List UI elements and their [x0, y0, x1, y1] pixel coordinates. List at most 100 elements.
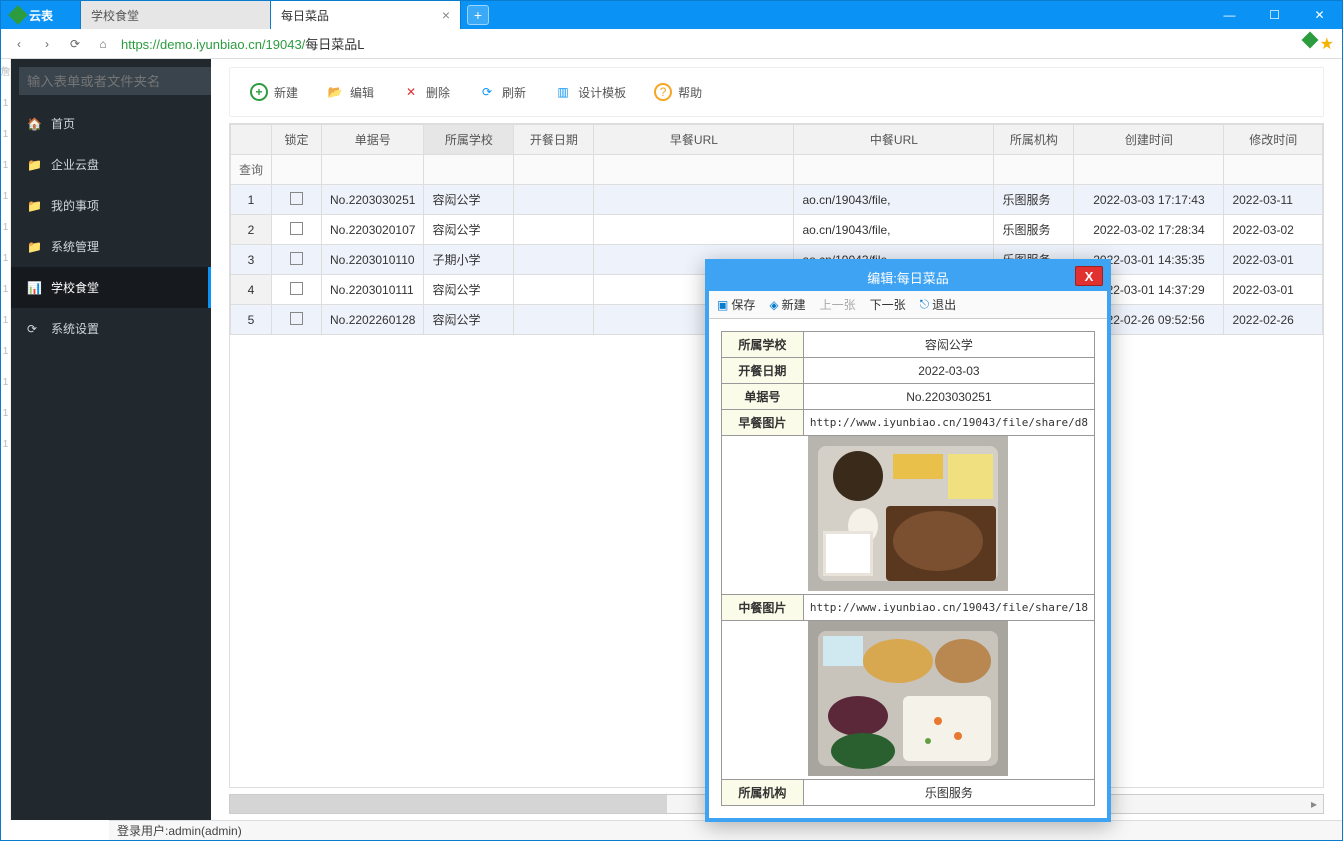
breakfast-image [808, 436, 1008, 591]
toolbar: +新建 📂编辑 ✕删除 ⟳刷新 ▥设计模板 ?帮助 [229, 67, 1324, 117]
help-button[interactable]: ?帮助 [654, 83, 702, 101]
dialog-exit-button[interactable]: ⎋退出 [920, 296, 957, 313]
tab-school-canteen[interactable]: 学校食堂 [81, 1, 271, 29]
exit-icon: ⎋ [920, 297, 930, 312]
col-header-6[interactable]: 中餐URL [794, 125, 994, 155]
menu-icon: 📁 [27, 199, 41, 213]
menu-icon: 📁 [27, 240, 41, 254]
sidebar: 🏠 首页 📁 企业云盘 📁 我的事项 📁 系统管理 📊 学校食堂 ⟳ 系统设置 [11, 59, 211, 820]
field-school-value[interactable]: 容闳公学 [803, 332, 1094, 358]
sidebar-item-0[interactable]: 🏠 首页 [11, 103, 211, 144]
refresh-icon[interactable]: ⟳ [65, 34, 85, 54]
help-icon: ? [654, 83, 672, 101]
dialog-title-bar[interactable]: 编辑:每日菜品 X [709, 263, 1107, 291]
field-breakfast-url[interactable]: http://www.iyunbiao.cn/19043/file/share/… [803, 410, 1094, 436]
close-tab-icon[interactable]: × [442, 7, 450, 23]
edit-dialog: 编辑:每日菜品 X ▣保存 ◈新建 上一张 下一张 ⎋退出 所属学校容闳公学 开… [705, 259, 1111, 822]
folder-icon: 📂 [326, 83, 344, 101]
dialog-close-button[interactable]: X [1075, 266, 1103, 286]
edit-button[interactable]: 📂编辑 [326, 83, 374, 101]
status-bar: 登录用户:admin(admin) [109, 820, 1342, 840]
table-row[interactable]: 2No.2203020107容闳公学ao.cn/19043/file,乐图服务2… [231, 215, 1323, 245]
sidebar-item-label: 系统设置 [51, 320, 99, 337]
login-user-label: 登录用户:admin(admin) [117, 822, 242, 839]
sidebar-item-5[interactable]: ⟳ 系统设置 [11, 308, 211, 349]
menu-icon: 📁 [27, 158, 41, 172]
sidebar-item-label: 我的事项 [51, 197, 99, 214]
plus-icon: + [250, 83, 268, 101]
home-icon[interactable]: ⌂ [93, 34, 113, 54]
sidebar-item-label: 首页 [51, 115, 75, 132]
scroll-right-icon[interactable]: ▸ [1305, 795, 1323, 813]
menu-icon: 🏠 [27, 117, 41, 131]
app-label: 云表 [29, 7, 53, 24]
field-date-label: 开餐日期 [722, 358, 804, 384]
dialog-new-button[interactable]: ◈新建 [769, 296, 805, 313]
dialog-title: 编辑:每日菜品 [867, 268, 949, 287]
dialog-prev-button: 上一张 [820, 296, 856, 313]
url-bar: ‹ › ⟳ ⌂ https://demo.iyunbiao.cn/19043/每… [1, 29, 1342, 59]
col-header-4[interactable]: 开餐日期 [514, 125, 594, 155]
dialog-next-button[interactable]: 下一张 [870, 296, 906, 313]
lock-checkbox[interactable] [272, 275, 322, 305]
lock-checkbox[interactable] [272, 305, 322, 335]
col-header-3[interactable]: 所属学校 [424, 125, 514, 155]
lock-checkbox[interactable] [272, 245, 322, 275]
col-header-2[interactable]: 单据号 [322, 125, 424, 155]
col-header-5[interactable]: 早餐URL [594, 125, 794, 155]
sidebar-item-2[interactable]: 📁 我的事项 [11, 185, 211, 226]
col-header-8[interactable]: 创建时间 [1074, 125, 1224, 155]
refresh-button[interactable]: ⟳刷新 [478, 83, 526, 101]
col-header-7[interactable]: 所属机构 [994, 125, 1074, 155]
query-label: 查询 [231, 155, 272, 185]
col-header-0[interactable] [231, 125, 272, 155]
maximize-button[interactable]: ☐ [1252, 1, 1297, 29]
save-icon: ▣ [717, 298, 728, 312]
menu-icon: 📊 [27, 281, 41, 295]
sidebar-item-label: 企业云盘 [51, 156, 99, 173]
favorite-icon[interactable]: ★ [1320, 34, 1334, 54]
dialog-toolbar: ▣保存 ◈新建 上一张 下一张 ⎋退出 [709, 291, 1107, 319]
field-bill-label: 单据号 [722, 384, 804, 410]
field-lunch-url[interactable]: http://www.iyunbiao.cn/19043/file/share/… [803, 595, 1094, 621]
shield-icon: ◈ [769, 298, 778, 312]
search-input[interactable] [19, 67, 212, 95]
col-header-1[interactable]: 锁定 [272, 125, 322, 155]
field-org-label: 所属机构 [722, 780, 804, 806]
dialog-save-button[interactable]: ▣保存 [717, 296, 755, 313]
back-icon[interactable]: ‹ [9, 34, 29, 54]
field-breakfast-img-label: 早餐图片 [722, 410, 804, 436]
sidebar-item-label: 学校食堂 [51, 279, 99, 296]
menu-icon: ⟳ [27, 322, 41, 336]
window-close-button[interactable]: ✕ [1297, 1, 1342, 29]
url-text[interactable]: https://demo.iyunbiao.cn/19043/每日菜品L [121, 34, 365, 53]
new-button[interactable]: +新建 [250, 83, 298, 101]
logo-icon [8, 5, 28, 25]
field-school-label: 所属学校 [722, 332, 804, 358]
forward-icon[interactable]: › [37, 34, 57, 54]
field-org-value[interactable]: 乐图服务 [803, 780, 1094, 806]
design-button[interactable]: ▥设计模板 [554, 83, 626, 101]
field-date-value[interactable]: 2022-03-03 [803, 358, 1094, 384]
app-logo-tab[interactable]: 云表 [1, 1, 81, 29]
delete-icon: ✕ [402, 83, 420, 101]
breakfast-image-cell[interactable] [722, 436, 1095, 595]
new-tab-button[interactable]: + [467, 5, 489, 25]
field-bill-value[interactable]: No.2203030251 [803, 384, 1094, 410]
sidebar-item-4[interactable]: 📊 学校食堂 [11, 267, 211, 308]
tab-daily-menu[interactable]: 每日菜品 × [271, 1, 461, 29]
minimize-button[interactable]: — [1207, 1, 1252, 29]
table-row[interactable]: 1No.2203030251容闳公学ao.cn/19043/file,乐图服务2… [231, 185, 1323, 215]
sidebar-item-3[interactable]: 📁 系统管理 [11, 226, 211, 267]
col-header-9[interactable]: 修改时间 [1224, 125, 1323, 155]
sidebar-item-1[interactable]: 📁 企业云盘 [11, 144, 211, 185]
delete-button[interactable]: ✕删除 [402, 83, 450, 101]
scroll-thumb[interactable] [230, 795, 667, 813]
field-lunch-img-label: 中餐图片 [722, 595, 804, 621]
sidebar-item-label: 系统管理 [51, 238, 99, 255]
lock-checkbox[interactable] [272, 215, 322, 245]
extension-icon[interactable] [1301, 31, 1318, 48]
titlebar: 云表 学校食堂 每日菜品 × + — ☐ ✕ [1, 1, 1342, 29]
lock-checkbox[interactable] [272, 185, 322, 215]
lunch-image-cell[interactable] [722, 621, 1095, 780]
